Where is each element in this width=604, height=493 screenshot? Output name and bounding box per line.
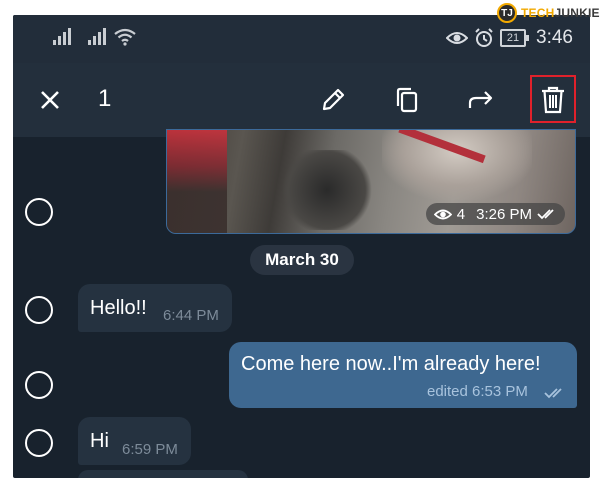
techjunkie-watermark: TJ TECHJUNKIE — [497, 2, 602, 24]
chat-area[interactable]: 4 3:26 PM March 30 Hello!! 6:44 PM Come … — [13, 129, 590, 478]
date-separator: March 30 — [250, 245, 354, 275]
message-time: 6:59 PM — [122, 441, 178, 458]
edit-button[interactable] — [317, 63, 349, 137]
message-bubble-incoming[interactable]: Hello!! 6:44 PM — [78, 284, 232, 332]
watermark-junkie: JUNKIE — [554, 6, 600, 20]
message-text: Hello!! — [90, 297, 147, 319]
selected-count: 1 — [98, 85, 112, 112]
photo-message[interactable]: 4 3:26 PM — [166, 129, 576, 234]
message-time: edited 6:53 PM — [427, 383, 528, 400]
delete-highlight-box — [530, 75, 576, 123]
phone-screen: 21 3:46 1 4 3:26 PM March 30 Hello!! 6:4… — [13, 15, 590, 478]
photo-meta: 4 3:26 PM — [425, 203, 565, 225]
watermark-text: TECHJUNKIE — [521, 6, 600, 20]
view-count: 4 — [456, 205, 466, 223]
select-checkbox-photo[interactable] — [25, 198, 53, 226]
forward-icon — [468, 91, 493, 108]
views-eye-icon — [433, 209, 452, 219]
forward-button[interactable] — [465, 63, 497, 137]
battery-icon: 21 — [500, 29, 530, 47]
signal-icon — [53, 27, 75, 45]
close-icon — [41, 91, 59, 109]
status-right: 21 3:46 — [446, 27, 573, 49]
signal-icon-2 — [88, 27, 110, 45]
select-checkbox-hi[interactable] — [25, 429, 53, 457]
close-selection-button[interactable] — [37, 63, 63, 137]
double-check-icon — [537, 209, 554, 220]
message-time: 6:44 PM — [163, 307, 219, 324]
select-checkbox-outgoing[interactable] — [25, 371, 53, 399]
copy-icon — [396, 87, 418, 113]
alarm-icon — [475, 28, 493, 47]
read-check-icon — [544, 388, 562, 399]
photo-time: 3:26 PM — [476, 205, 532, 223]
techjunkie-logo: TJ — [497, 3, 517, 23]
select-checkbox-hello[interactable] — [25, 296, 53, 324]
eye-icon — [446, 32, 469, 44]
message-text: Come here now..I'm already here! — [241, 353, 541, 375]
message-bubble-partial[interactable] — [78, 470, 248, 478]
copy-button[interactable] — [391, 63, 423, 137]
pencil-icon — [322, 88, 345, 111]
message-bubble-incoming[interactable]: Hi 6:59 PM — [78, 417, 191, 465]
selection-action-bar: 1 — [13, 63, 590, 137]
clock: 3:46 — [536, 27, 573, 48]
watermark-tech: TECH — [521, 6, 555, 20]
message-text: Hi — [90, 430, 109, 452]
message-bubble-outgoing[interactable]: Come here now..I'm already here! edited … — [229, 342, 577, 408]
wifi-icon — [114, 28, 136, 46]
